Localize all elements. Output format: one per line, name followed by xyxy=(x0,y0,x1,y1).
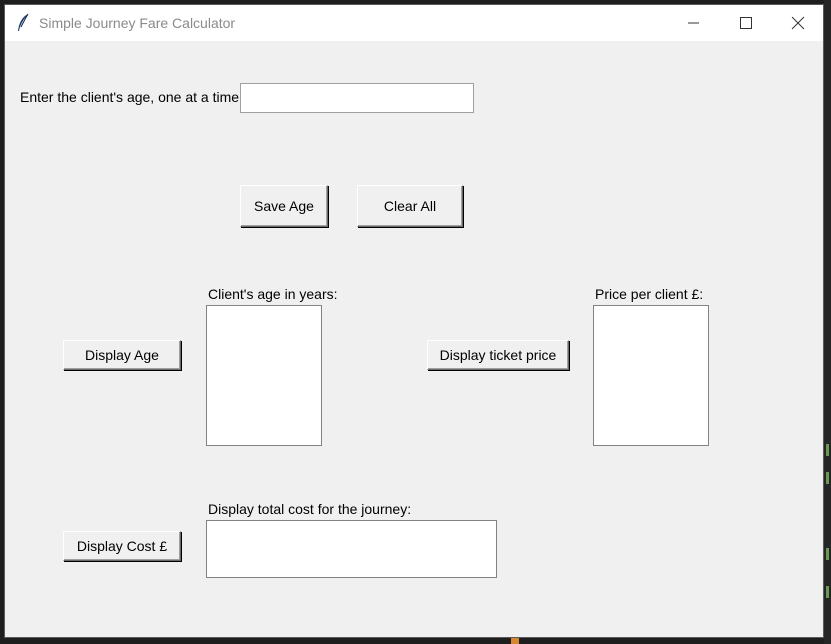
background-marker xyxy=(826,472,829,484)
window-title: Simple Journey Fare Calculator xyxy=(39,15,236,31)
maximize-icon xyxy=(740,17,752,29)
maximize-button[interactable] xyxy=(723,5,769,41)
background-marker xyxy=(826,586,829,598)
ages-list-label: Client's age in years: xyxy=(208,286,338,302)
prices-list-label: Price per client £: xyxy=(595,286,704,302)
background-marker xyxy=(826,444,829,456)
app-window: Simple Journey Fare Calculator Enter the… xyxy=(4,4,824,638)
close-icon xyxy=(791,16,805,30)
ages-listbox[interactable] xyxy=(206,305,322,446)
background-marker-orange xyxy=(511,638,519,644)
feather-icon xyxy=(16,13,30,33)
minimize-icon xyxy=(688,22,699,24)
close-button[interactable] xyxy=(775,5,821,41)
age-entry-label: Enter the client's age, one at a time xyxy=(20,89,240,105)
clear-all-button[interactable]: Clear All xyxy=(357,185,463,227)
client-area: Enter the client's age, one at a time Sa… xyxy=(5,41,823,637)
total-cost-label: Display total cost for the journey: xyxy=(208,501,412,517)
minimize-button[interactable] xyxy=(671,5,717,41)
background-marker xyxy=(826,548,829,560)
prices-listbox[interactable] xyxy=(593,305,709,446)
total-cost-box[interactable] xyxy=(206,520,497,578)
display-ticket-price-button[interactable]: Display ticket price xyxy=(427,340,569,370)
age-input[interactable] xyxy=(240,83,474,113)
title-bar[interactable]: Simple Journey Fare Calculator xyxy=(5,5,823,41)
display-age-button[interactable]: Display Age xyxy=(63,340,181,370)
display-cost-button[interactable]: Display Cost £ xyxy=(63,531,181,561)
save-age-button[interactable]: Save Age xyxy=(240,185,328,227)
